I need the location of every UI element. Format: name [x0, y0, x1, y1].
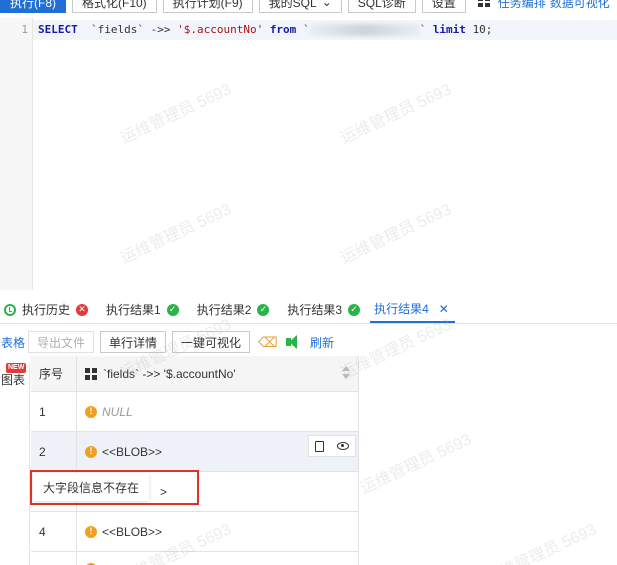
table-row[interactable]: 4 ! <<BLOB>>: [31, 512, 359, 552]
task-schedule-icon: [477, 0, 490, 7]
watermark: 运维管理员 5693: [358, 431, 475, 498]
result-tabs: 执行历史 ✕ 执行结果1 ✓ 执行结果2 ✓ 执行结果3 ✓ 执行结果4 ✕: [0, 297, 617, 324]
tab-result-2[interactable]: 执行结果2 ✓: [193, 296, 276, 323]
speaker-icon[interactable]: [286, 335, 302, 349]
sort-icon[interactable]: [342, 366, 350, 380]
cell-value[interactable]: ! NULL: [77, 392, 359, 431]
row-number: [31, 552, 77, 565]
header-column[interactable]: `fields` ->> '$.accountNo': [77, 356, 359, 391]
table-name-open: `: [302, 23, 310, 36]
table-row[interactable]: 1 ! NULL: [31, 392, 359, 432]
keyword-select: SELECT: [38, 23, 78, 36]
clear-icon[interactable]: ⌫: [258, 334, 278, 350]
cell-value[interactable]: ! <<BLOB>>: [77, 512, 359, 551]
cell-value[interactable]: ! <<BLOB>>: [77, 432, 359, 471]
field-expression: `fields` ->>: [91, 23, 178, 36]
tab-execution-history[interactable]: 执行历史 ✕: [0, 296, 94, 323]
watermark: 运维管理员 5693: [483, 521, 600, 565]
warning-icon: !: [85, 525, 97, 538]
line-number: 1: [21, 23, 28, 36]
keyword-limit: limit: [432, 23, 466, 36]
side-tab-chart[interactable]: 图表: [1, 371, 25, 388]
history-icon: [4, 303, 16, 316]
row-number: 1: [31, 392, 77, 431]
result-grid: 序号 `fields` ->> '$.accountNo' 1 ! NULL 2…: [31, 356, 359, 565]
export-file-button[interactable]: 导出文件: [28, 331, 95, 353]
sql-diagnose-button[interactable]: SQL诊断: [347, 0, 416, 13]
tab-label: 执行结果4: [374, 302, 429, 316]
table-row[interactable]: !: [31, 552, 359, 565]
tab-result-3[interactable]: 执行结果3 ✓: [283, 296, 366, 323]
my-sql-dropdown[interactable]: 我的SQL ⌄: [258, 0, 342, 13]
tab-result-4[interactable]: 执行结果4 ✕: [370, 296, 455, 323]
grid-header: 序号 `fields` ->> '$.accountNo': [31, 356, 359, 392]
editor-gutter: 1: [0, 18, 33, 290]
eye-icon[interactable]: [336, 442, 349, 450]
sql-editor[interactable]: 1 SELECT `fields` ->> '$.accountNo' from…: [0, 18, 617, 290]
warning-icon: !: [85, 405, 97, 418]
side-tab-table[interactable]: 表格: [0, 334, 28, 351]
cell-text: NULL: [102, 404, 133, 419]
header-column-label: `fields` ->> '$.accountNo': [103, 366, 236, 381]
tab-label: 执行结果3: [287, 303, 343, 317]
row-number: 2: [31, 432, 77, 471]
success-icon: ✓: [348, 303, 361, 316]
data-visualization-link[interactable]: 数据可视化: [550, 0, 610, 11]
tab-result-1[interactable]: 执行结果1 ✓: [102, 296, 185, 323]
refresh-link[interactable]: 刷新: [310, 334, 334, 351]
chevron-down-icon: ⌄: [321, 0, 332, 9]
settings-button[interactable]: 设置: [421, 0, 466, 13]
blurred-table-name: [309, 24, 420, 36]
row-detail-button[interactable]: 单行详情: [100, 331, 167, 353]
highlight-box: [30, 470, 199, 505]
keyword-from: from: [269, 23, 297, 36]
task-schedule-link[interactable]: 任务编排: [498, 0, 546, 11]
format-button[interactable]: 格式化(F10): [72, 0, 157, 13]
cell-text: <<BLOB>>: [102, 444, 163, 459]
table-row[interactable]: 2 ! <<BLOB>>: [31, 432, 359, 472]
success-icon: ✓: [257, 303, 270, 316]
side-panel: NEW 图表: [0, 363, 30, 565]
cell-actions: [308, 435, 356, 457]
limit-value: 10;: [472, 23, 493, 36]
result-toolbar: 表格 导出文件 单行详情 一键可视化 ⌫ 刷新: [0, 329, 617, 355]
main-toolbar: 执行(F8) 格式化(F10) 执行计划(F9) 我的SQL ⌄ SQL诊断 设置…: [0, 0, 617, 13]
table-name-close: `: [419, 23, 427, 36]
tab-label: 执行结果2: [196, 303, 252, 317]
tab-label: 执行结果1: [106, 303, 161, 317]
json-path-literal: '$.accountNo': [177, 23, 264, 36]
cell-value[interactable]: !: [77, 552, 359, 565]
one-click-visualize-button[interactable]: 一键可视化: [172, 331, 251, 353]
my-sql-label: 我的SQL: [268, 0, 317, 10]
cell-text: <<BLOB>>: [102, 524, 163, 539]
execution-plan-button[interactable]: 执行计划(F9): [162, 0, 253, 13]
column-grid-icon: [85, 367, 97, 380]
copy-icon[interactable]: [315, 440, 325, 452]
success-icon: ✓: [166, 303, 179, 316]
warning-icon: !: [85, 445, 97, 458]
header-row-number[interactable]: 序号: [31, 356, 77, 391]
execute-button[interactable]: 执行(F8): [0, 0, 66, 13]
error-icon: ✕: [76, 303, 89, 316]
close-icon[interactable]: ✕: [439, 302, 449, 316]
row-number: 4: [31, 512, 77, 551]
tab-label: 执行历史: [22, 303, 71, 317]
sql-code-line[interactable]: SELECT `fields` ->> '$.accountNo' from `…: [38, 23, 492, 36]
